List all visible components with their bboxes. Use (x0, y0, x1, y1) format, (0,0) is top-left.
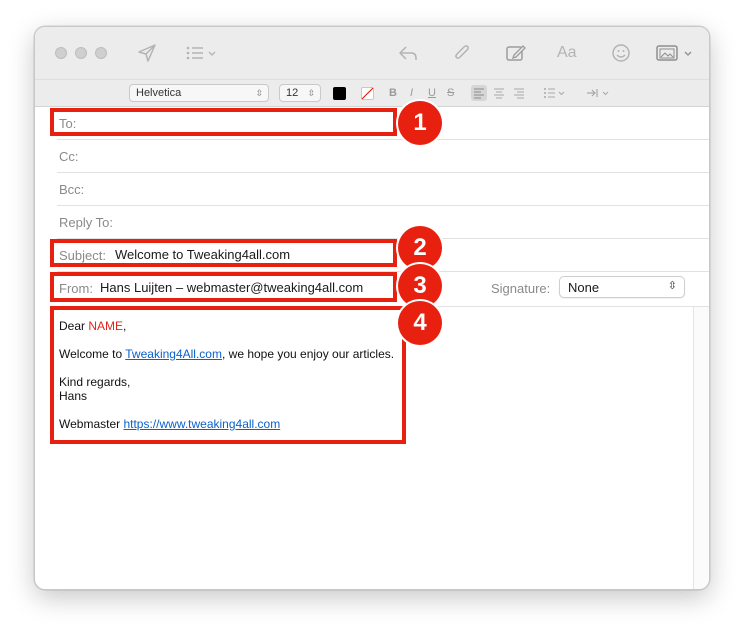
minimize-button[interactable] (75, 47, 87, 59)
toolbar: Aa (35, 27, 709, 79)
scrollbar[interactable] (693, 307, 709, 589)
italic-button[interactable]: I (410, 85, 413, 101)
list-format-icon[interactable] (185, 41, 219, 65)
bcc-field[interactable]: Bcc: (57, 173, 709, 206)
background-color-swatch[interactable] (361, 87, 374, 100)
underline-button[interactable]: U (428, 85, 436, 101)
zoom-button[interactable] (95, 47, 107, 59)
signature-label: Signature: (491, 281, 551, 296)
emoji-icon[interactable] (611, 41, 631, 65)
font-icon[interactable]: Aa (557, 41, 577, 65)
cc-field[interactable]: Cc: (57, 140, 709, 173)
highlight-box-from (50, 272, 397, 302)
list-style-icon[interactable] (543, 85, 569, 106)
font-family-value: Helvetica (136, 87, 182, 99)
annotation-badge-4: 4 (398, 301, 442, 345)
indent-icon[interactable] (585, 85, 613, 106)
signature-value: None (568, 280, 600, 295)
align-left-button[interactable] (471, 85, 487, 101)
close-button[interactable] (55, 47, 67, 59)
signature-select[interactable]: None ⇳ (559, 276, 685, 298)
photo-browser-icon[interactable] (655, 41, 695, 65)
select-arrows-icon: ⇳ (307, 88, 315, 98)
send-icon[interactable] (137, 41, 157, 65)
cc-label: Cc: (59, 149, 79, 164)
font-size-value: 12 (286, 87, 299, 99)
align-right-button[interactable] (511, 85, 527, 106)
strikethrough-button[interactable]: S (447, 85, 454, 101)
annotation-badge-1: 1 (398, 101, 442, 145)
select-arrows-icon: ⇳ (255, 88, 263, 98)
reply-icon[interactable] (397, 41, 419, 65)
text-color-swatch[interactable] (333, 87, 346, 100)
reply-to-label: Reply To: (59, 215, 113, 230)
reply-to-field[interactable]: Reply To: (57, 206, 709, 239)
highlight-box-body (50, 306, 406, 444)
bold-button[interactable]: B (389, 85, 397, 101)
font-size-select[interactable]: 12 ⇳ (279, 84, 321, 102)
font-family-select[interactable]: Helvetica ⇳ (129, 84, 269, 102)
select-arrows-icon: ⇳ (667, 280, 677, 292)
align-center-button[interactable] (491, 85, 507, 106)
format-bar: Helvetica ⇳ 12 ⇳ B I U S (35, 79, 709, 107)
attachment-icon[interactable] (453, 41, 471, 65)
bcc-label: Bcc: (59, 182, 85, 197)
markup-icon[interactable] (505, 41, 527, 65)
highlight-box-subject (50, 239, 397, 267)
highlight-box-to (50, 108, 397, 136)
